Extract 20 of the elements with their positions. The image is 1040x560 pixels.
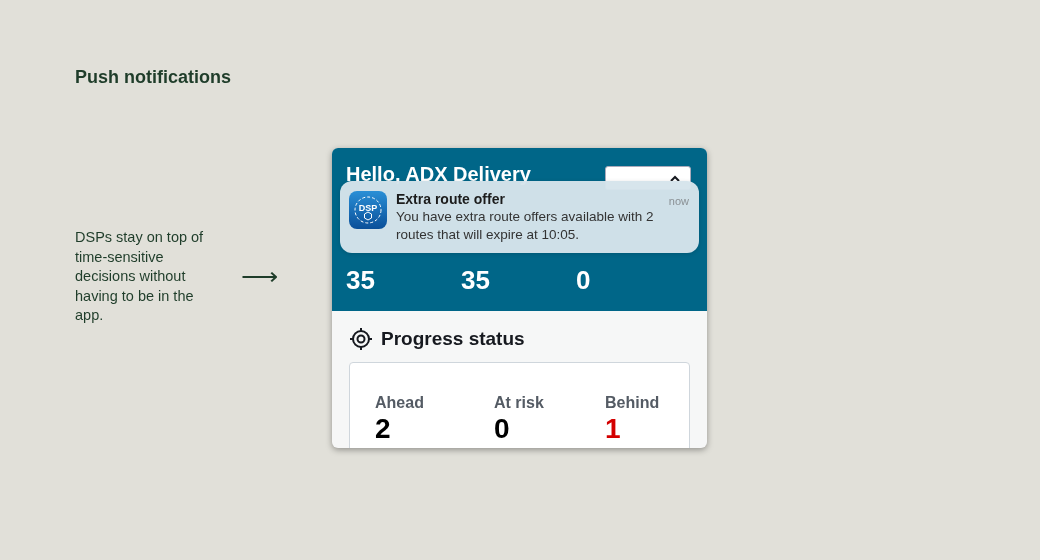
app-icon: DSP [349, 191, 387, 229]
notification-banner[interactable]: DSP Extra route offer now You have extra route offers available with 2 routes that will expire at 10:05. [340, 181, 699, 253]
stat-value: 0 [576, 264, 592, 296]
description-text: DSPs stay on top of time-sensitive decisions without having to be in the app. [75, 228, 205, 325]
notification-time: now [668, 195, 689, 207]
arrow-glyph: ⟶ [241, 264, 277, 288]
target-icon [349, 327, 373, 351]
notification-title: Extra route offer [396, 191, 505, 207]
status-value: 2 [375, 413, 392, 445]
status-value: 1 [605, 413, 622, 445]
status-label: Ahead [375, 393, 425, 413]
status-label: Behind [605, 393, 660, 413]
stat-value: 35 [346, 264, 376, 296]
section-heading: Push notifications [75, 66, 231, 89]
stat-value: 35 [461, 264, 491, 296]
caret-icon [670, 174, 680, 182]
status-label: At risk [494, 393, 545, 413]
status-value: 0 [494, 413, 511, 445]
section-title: Progress status [381, 327, 525, 351]
notification-body: You have extra route offers available with 2 routes that will expire at 10:05. [396, 208, 655, 244]
